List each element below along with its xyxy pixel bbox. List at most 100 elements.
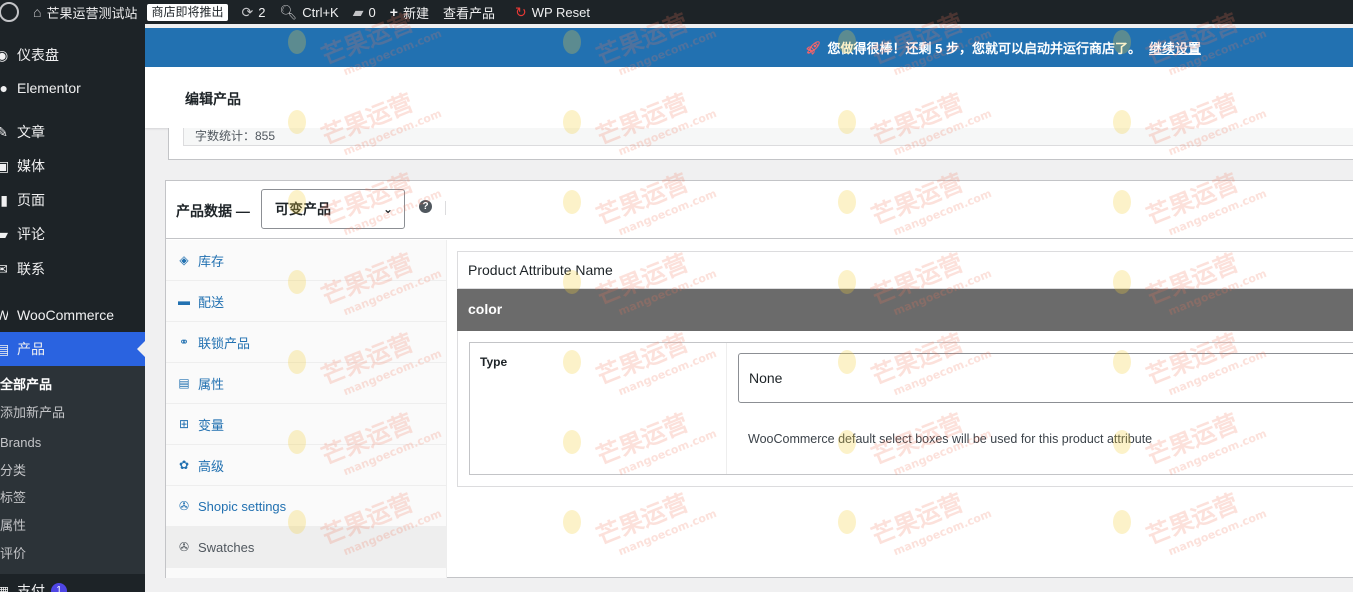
wp-reset-menu[interactable]: ↻ WP Reset <box>508 0 597 24</box>
sidebar-item-woocommerce[interactable]: W WooCommerce <box>0 298 145 332</box>
page-icon: ▮ <box>0 191 8 208</box>
wrench-icon: ✇ <box>178 499 190 513</box>
attribute-row-color[interactable]: color <box>457 288 1353 331</box>
tag-icon: ◈ <box>179 253 189 267</box>
gear-icon: ✿ <box>178 458 190 472</box>
site-name-menu[interactable]: ⌂ 芒果运营测试站 商店即将推出 <box>26 0 235 24</box>
page-title: 编辑产品 <box>185 91 241 107</box>
divider <box>726 343 727 474</box>
continue-setup-link[interactable]: 继续设置 <box>1149 38 1201 57</box>
tab-label: 联锁产品 <box>198 335 251 351</box>
sidebar-item-label: WooCommerce <box>17 307 114 323</box>
admin-sidebar: ◉ 仪表盘 ● Elementor ✎ 文章 ▣ 媒体 ▮ 页面 ▰ 评论 ✉ 联系 W Woo… <box>0 24 145 592</box>
search-icon: 🔍︎ <box>279 3 298 20</box>
updates-menu[interactable]: ⟳ 2 <box>235 0 273 24</box>
sidebar-item-products[interactable]: ▤ 产品 <box>0 332 145 366</box>
search-shortcut: Ctrl+K <box>302 4 339 20</box>
word-count: 字数统计：855 <box>183 128 1353 146</box>
submenu-attributes[interactable]: 属性 <box>0 515 26 537</box>
comment-icon: ▰ <box>352 3 364 20</box>
wp-reset-icon: ↻ <box>514 3 527 20</box>
tab-shopic-settings[interactable]: ✇ Shopic settings <box>166 486 446 527</box>
sidebar-item-media[interactable]: ▣ 媒体 <box>0 149 145 183</box>
command-search[interactable]: 🔍︎ Ctrl+K <box>272 0 345 24</box>
sidebar-item-label: 仪表盘 <box>17 47 59 63</box>
sidebar-item-label: 文章 <box>17 124 45 140</box>
submenu-tags[interactable]: 标签 <box>0 487 26 509</box>
tab-label: 属性 <box>198 376 225 392</box>
product-data-header: 产品数据 — 可变产品 ⌄ ? <box>166 181 1353 239</box>
type-label: Type <box>480 355 508 369</box>
elementor-icon: ● <box>0 80 8 96</box>
site-name: 芒果运营测试站 <box>46 5 138 21</box>
help-icon[interactable]: ? <box>419 200 432 213</box>
page-header: 编辑产品 <box>145 67 1353 128</box>
type-description: WooCommerce default select boxes will be… <box>748 432 1153 446</box>
home-icon: ⌂ <box>33 4 42 20</box>
submenu-add-new[interactable]: 添加新产品 <box>0 402 65 424</box>
tab-label: Swatches <box>198 539 255 555</box>
woocommerce-icon: W <box>0 307 8 323</box>
tab-swatches[interactable]: ✇ Swatches <box>166 527 446 568</box>
product-data-tabs: ◈ 库存 ▬ 配送 ⚭ 联锁产品 ▤ 属性 ⊞ 变量 ✿ 高级 ✇ Shopic settin… <box>166 240 447 578</box>
sidebar-item-posts[interactable]: ✎ 文章 <box>0 115 145 149</box>
sidebar-item-payments[interactable]: ▦ 支付 1 <box>0 574 145 592</box>
comment-icon: ▰ <box>0 225 8 242</box>
sidebar-item-contact[interactable]: ✉ 联系 <box>0 252 145 286</box>
mail-icon: ✉ <box>0 260 8 277</box>
new-content-menu[interactable]: + 新建 <box>383 0 436 24</box>
comments-count: 0 <box>368 4 376 20</box>
product-type-select[interactable]: 可变产品 ⌄ <box>261 189 405 229</box>
view-product-label: 查看产品 <box>442 5 495 21</box>
tab-inventory[interactable]: ◈ 库存 <box>166 240 446 281</box>
tab-variations[interactable]: ⊞ 变量 <box>166 404 446 445</box>
payments-badge: 1 <box>51 583 67 592</box>
pin-icon: ✎ <box>0 123 8 140</box>
sidebar-item-dashboard[interactable]: ◉ 仪表盘 <box>0 38 145 72</box>
sidebar-item-label: 媒体 <box>17 158 45 174</box>
sidebar-item-comments[interactable]: ▰ 评论 <box>0 217 145 251</box>
sidebar-item-pages[interactable]: ▮ 页面 <box>0 183 145 217</box>
plus-icon: + <box>389 4 398 20</box>
wordpress-icon <box>0 2 19 22</box>
wp-reset-label: WP Reset <box>531 4 590 20</box>
swatches-panel: Product Attribute Name color Type None W… <box>457 251 1353 487</box>
swatch-type-select[interactable]: None <box>738 353 1353 403</box>
payment-icon: ▦ <box>0 582 8 592</box>
tab-linked-products[interactable]: ⚭ 联锁产品 <box>166 322 446 363</box>
updates-count: 2 <box>258 4 266 20</box>
admin-bar: ⌂ 芒果运营测试站 商店即将推出 ⟳ 2 🔍︎ Ctrl+K ▰ 0 + 新建 … <box>0 0 1353 24</box>
tab-label: 库存 <box>198 253 225 269</box>
view-product-link[interactable]: 查看产品 <box>436 0 502 24</box>
submenu-all-products[interactable]: 全部产品 <box>0 374 52 396</box>
updates-icon: ⟳ <box>241 3 254 20</box>
setup-notice: 🚀︎ 您做得很棒！还剩 5 步，您就可以启动并运行商店了。 继续设置 <box>145 28 1353 67</box>
tab-attributes[interactable]: ▤ 属性 <box>166 363 446 404</box>
product-data-title: 产品数据 — <box>176 203 250 219</box>
grid-icon: ⊞ <box>178 417 190 431</box>
tab-label: 配送 <box>198 294 225 310</box>
submenu-categories[interactable]: 分类 <box>0 460 26 482</box>
editor-status-box: 字数统计：855 <box>168 128 1353 160</box>
swatch-type-value: None <box>749 370 783 386</box>
notice-text: 您做得很棒！还剩 5 步，您就可以启动并运行商店了。 <box>827 41 1141 56</box>
sidebar-item-label: 联系 <box>17 261 45 277</box>
media-icon: ▣ <box>0 157 8 174</box>
tab-shipping[interactable]: ▬ 配送 <box>166 281 446 322</box>
sidebar-item-elementor[interactable]: ● Elementor <box>0 71 145 105</box>
submenu-brands[interactable]: Brands <box>0 432 41 454</box>
comments-menu[interactable]: ▰ 0 <box>346 0 383 24</box>
product-type-value: 可变产品 <box>275 201 331 217</box>
dashboard-icon: ◉ <box>0 46 8 63</box>
sidebar-item-label: 产品 <box>17 341 45 357</box>
rocket-icon: 🚀︎ <box>805 39 822 55</box>
products-submenu: 全部产品 添加新产品 Brands 分类 标签 属性 评价 <box>0 366 145 592</box>
tab-label: Shopic settings <box>198 498 287 514</box>
store-status-badge[interactable]: 商店即将推出 <box>147 3 228 21</box>
attribute-settings-table: Type None WooCommerce default select box… <box>469 342 1353 475</box>
tab-advanced[interactable]: ✿ 高级 <box>166 445 446 486</box>
wp-logo-menu[interactable] <box>0 0 26 24</box>
chevron-down-icon: ⌄ <box>382 202 393 216</box>
divider <box>445 201 446 215</box>
submenu-reviews[interactable]: 评价 <box>0 543 26 565</box>
